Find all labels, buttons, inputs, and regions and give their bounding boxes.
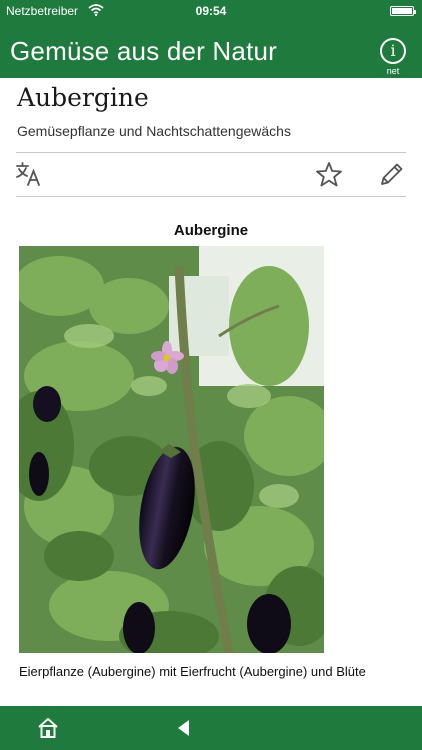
translate-icon[interactable] [14,160,44,190]
article-title: Aubergine [17,83,149,112]
aubergine-photo [19,246,324,653]
status-bar: Netzbetreiber 09:54 [0,0,422,22]
clock: 09:54 [195,4,227,18]
back-arrow-icon[interactable] [172,716,196,740]
info-sub-label: net [386,66,400,76]
battery-icon [390,6,416,16]
star-icon[interactable] [314,160,344,190]
divider [16,196,406,197]
home-icon[interactable] [36,716,60,740]
figure-caption: Eierpflanze (Aubergine) mit Eierfrucht (… [19,664,366,679]
bottom-toolbar [0,706,422,750]
app-title: Gemüse aus der Natur [10,36,278,66]
article-description: Gemüsepflanze und Nachtschattengewächs [17,123,291,139]
divider [16,152,406,153]
pencil-icon[interactable] [376,160,406,190]
info-icon[interactable]: i [380,38,406,64]
figure-heading: Aubergine [173,222,249,239]
nav-bar: Gemüse aus der Natur i net [0,22,422,78]
